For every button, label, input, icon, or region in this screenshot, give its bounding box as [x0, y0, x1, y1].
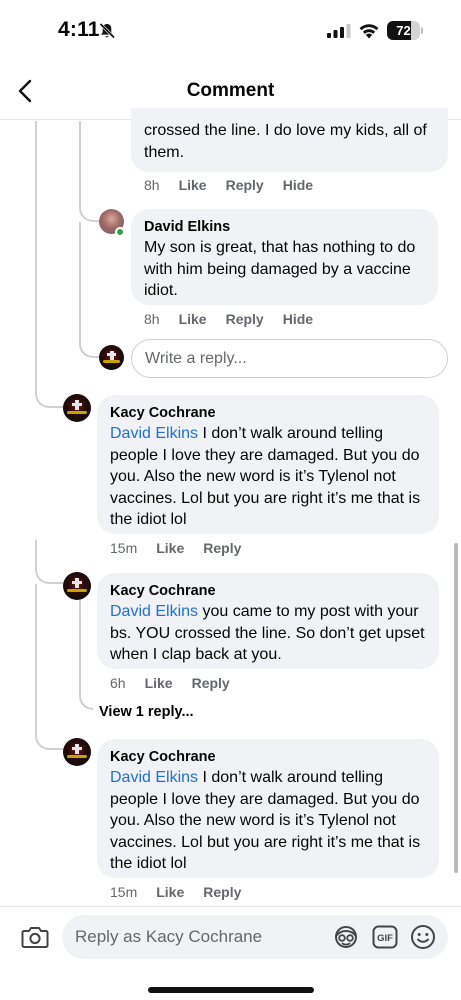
reply-button[interactable]: Reply	[203, 540, 241, 556]
online-status-dot	[115, 227, 125, 237]
reply-composer-input[interactable]: Reply as Kacy Cochrane GIF	[62, 915, 448, 959]
comment-author[interactable]: David Elkins	[144, 218, 425, 237]
cellular-signal-icon	[327, 24, 351, 38]
like-button[interactable]: Like	[145, 675, 173, 691]
home-indicator	[148, 987, 314, 993]
comment-text: My son is great, that has nothing to do …	[144, 239, 416, 299]
comment-meta: 8h Like Reply Hide	[144, 177, 332, 193]
thread-curve	[35, 566, 63, 584]
thread-curve	[35, 380, 63, 408]
avatar[interactable]	[63, 738, 91, 766]
like-button[interactable]: Like	[156, 884, 184, 900]
comment-bubble: Kacy Cochrane David Elkins I don’t walk …	[97, 739, 439, 878]
battery-percent: 72	[396, 23, 411, 38]
status-bar: 4:11 72	[0, 0, 461, 62]
thread-curve	[79, 680, 93, 710]
like-button[interactable]: Like	[179, 177, 207, 193]
battery-icon: 72	[387, 21, 423, 40]
comment-time: 15m	[110, 540, 138, 556]
reply-input[interactable]: Write a reply...	[131, 339, 448, 378]
reply-button[interactable]: Reply	[226, 311, 264, 327]
comment-bubble: Kacy Cochrane David Elkins you came to m…	[97, 573, 439, 669]
comment-bubble: David Elkins My son is great, that has n…	[131, 209, 438, 305]
comment-author[interactable]: Kacy Cochrane	[110, 404, 426, 423]
comment-time: 6h	[110, 675, 126, 691]
gif-icon[interactable]: GIF	[372, 925, 398, 949]
avatar[interactable]	[63, 572, 91, 600]
thread-curve	[35, 728, 63, 750]
view-replies-link[interactable]: View 1 reply...	[99, 704, 194, 720]
comment-bubble: Kacy Cochrane David Elkins I don’t walk …	[97, 395, 439, 534]
wifi-icon	[359, 24, 379, 39]
status-time: 4:11	[58, 18, 100, 41]
comment-time: 15m	[110, 884, 138, 900]
comment-bubble: crossed the line. I do love my kids, all…	[131, 108, 448, 172]
hide-button[interactable]: Hide	[283, 177, 313, 193]
thread-curve	[79, 340, 99, 358]
bell-off-icon	[99, 22, 116, 39]
thread-curve	[79, 200, 99, 222]
mention-link[interactable]: David Elkins	[110, 603, 198, 620]
reply-button[interactable]: Reply	[203, 884, 241, 900]
emoji-icon[interactable]	[410, 924, 436, 950]
comment-meta: 15m Like Reply	[110, 540, 260, 556]
avatar	[99, 345, 124, 370]
thread-line	[35, 121, 37, 384]
reply-button[interactable]: Reply	[226, 177, 264, 193]
gif-label: GIF	[377, 933, 393, 944]
scrollbar[interactable]	[454, 543, 458, 873]
avatar[interactable]	[63, 394, 91, 422]
like-button[interactable]: Like	[156, 540, 184, 556]
comment-meta: 15m Like Reply	[110, 884, 260, 900]
comment-text: crossed the line. I do love my kids, all…	[144, 122, 427, 161]
mention-link[interactable]: David Elkins	[110, 425, 198, 442]
thread-line	[79, 222, 81, 346]
page-title: Comment	[186, 80, 275, 101]
comment-meta: 8h Like Reply Hide	[144, 311, 332, 327]
thread-line	[79, 121, 81, 203]
comment-author[interactable]: Kacy Cochrane	[110, 748, 426, 767]
composer-placeholder: Reply as Kacy Cochrane	[75, 927, 263, 946]
reply-button[interactable]: Reply	[192, 675, 230, 691]
composer-bar: Reply as Kacy Cochrane GIF	[0, 906, 461, 1000]
comment-time: 8h	[144, 311, 160, 327]
camera-icon[interactable]	[21, 924, 49, 950]
comment-meta: 6h Like Reply	[110, 675, 249, 691]
thread-line	[35, 584, 37, 734]
thread-line	[79, 598, 81, 686]
like-button[interactable]: Like	[179, 311, 207, 327]
avatar-sticker-icon[interactable]	[332, 924, 360, 950]
comment-time: 8h	[144, 177, 160, 193]
comment-author[interactable]: Kacy Cochrane	[110, 582, 426, 601]
mention-link[interactable]: David Elkins	[110, 769, 198, 786]
hide-button[interactable]: Hide	[283, 311, 313, 327]
